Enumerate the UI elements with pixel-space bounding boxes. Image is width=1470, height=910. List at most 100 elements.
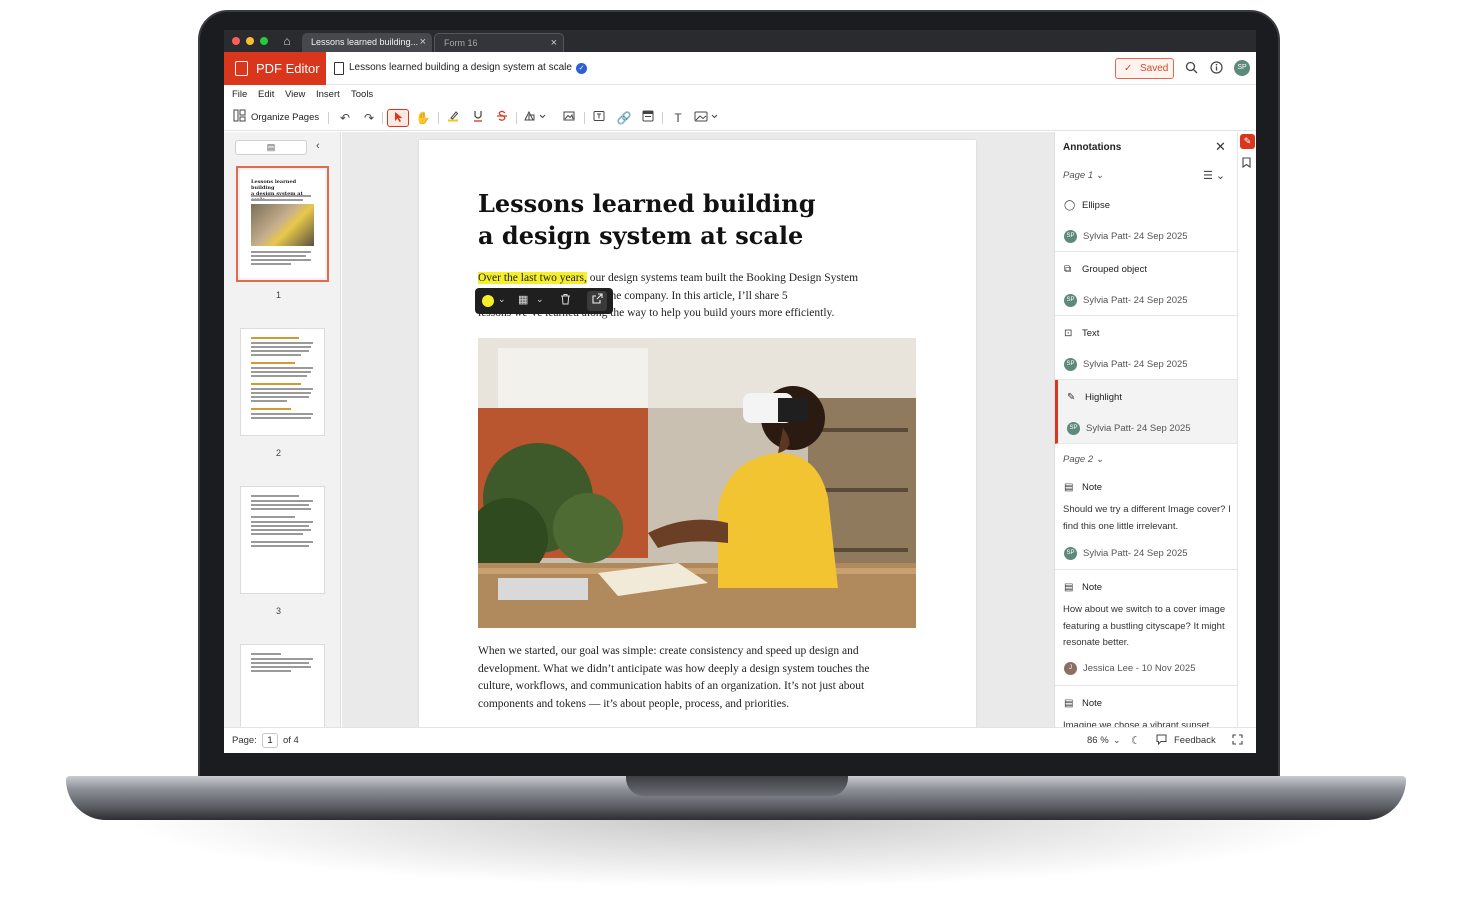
thumbnail-text-line	[251, 495, 299, 497]
annotation-meta: Sylvia Patt- 24 Sep 2025	[1083, 359, 1188, 370]
close-tab-icon[interactable]: ×	[551, 34, 557, 53]
open-external-icon[interactable]	[587, 291, 607, 311]
browser-titlebar: ⌂ Lessons learned building... × Form 16 …	[224, 30, 1256, 52]
underline-icon[interactable]	[467, 109, 489, 127]
text-box-icon[interactable]	[588, 109, 610, 127]
fullscreen-icon[interactable]	[1232, 734, 1243, 748]
document-title[interactable]: Lessons learned building a design system…	[349, 62, 572, 73]
page-group-toggle[interactable]: Page 1 ⌄	[1063, 170, 1104, 181]
annotation-item-selected[interactable]: ✎ Highlight SP Sylvia Patt- 24 Sep 2025	[1055, 380, 1237, 444]
note-icon[interactable]	[637, 109, 659, 127]
annotations-header: Annotations	[1063, 142, 1122, 153]
annotation-context-toolbar: ⌄ ▦ ⌄	[475, 288, 613, 314]
text-icon[interactable]: T	[667, 109, 689, 127]
note-icon: ▤	[1064, 698, 1074, 709]
brand-logo[interactable]: PDF Editor	[224, 52, 326, 85]
feedback-icon[interactable]	[1156, 734, 1167, 748]
annotation-item[interactable]: ⧉ Grouped object SP Sylvia Patt- 24 Sep …	[1055, 252, 1237, 316]
menu-edit[interactable]: Edit	[258, 89, 274, 100]
menu-tools[interactable]: Tools	[351, 89, 373, 100]
thumbnail-text-line	[251, 533, 303, 535]
highlight-color-swatch[interactable]	[482, 295, 494, 307]
hand-icon[interactable]: ✋	[412, 109, 434, 127]
thumbnail-text-line	[251, 392, 311, 394]
bookmark-icon[interactable]	[1242, 157, 1251, 171]
undo-icon[interactable]: ↶	[334, 109, 356, 127]
page-thumbnail-3[interactable]	[240, 486, 325, 594]
ellipse-icon: ◯	[1064, 200, 1076, 211]
link-icon[interactable]: 🔗	[613, 109, 635, 127]
chevron-down-icon[interactable]: ⌄	[536, 294, 544, 305]
tab-label: Lessons learned building...	[311, 37, 419, 47]
annotation-item[interactable]: ⊡ Text SP Sylvia Patt- 24 Sep 2025	[1055, 316, 1237, 380]
home-icon[interactable]: ⌂	[280, 34, 294, 48]
thumbnail-title-line: a design system at scale	[251, 191, 303, 203]
feedback-button[interactable]: Feedback	[1174, 735, 1216, 746]
zoom-level[interactable]: 86 %	[1087, 735, 1109, 746]
chevron-down-icon[interactable]: ⌄	[1113, 735, 1121, 746]
close-window-button[interactable]	[232, 37, 240, 45]
thumbnail-text-line	[251, 199, 303, 201]
saved-button[interactable]: ✓ Saved	[1115, 58, 1174, 79]
organize-pages-button[interactable]: Organize Pages	[251, 112, 319, 123]
body-line: development. What we didn’t anticipate w…	[478, 662, 870, 675]
annotation-type: Note	[1082, 698, 1103, 709]
annotation-item[interactable]: ▤ Note How about we switch to a cover im…	[1055, 570, 1237, 686]
redo-icon[interactable]: ↷	[358, 109, 380, 127]
select-cursor-icon[interactable]	[387, 109, 409, 127]
annotation-item[interactable]: ▤ Note Imagine we chose a vibrant sunset	[1055, 686, 1237, 727]
annotation-item[interactable]: ◯ Ellipse SP Sylvia Patt- 24 Sep 2025	[1055, 188, 1237, 252]
page-thumbnail-4[interactable]	[240, 644, 325, 734]
close-icon[interactable]: ✕	[1215, 139, 1226, 155]
page-number-input[interactable]: 1	[262, 733, 278, 748]
maximize-window-button[interactable]	[260, 37, 268, 45]
filter-icon[interactable]: ☰ ⌄	[1203, 169, 1225, 182]
strikethrough-icon[interactable]	[491, 109, 513, 127]
thumbnail-view-button[interactable]: ▤	[235, 140, 307, 155]
annotate-edit-icon[interactable]: ✎	[1240, 134, 1255, 149]
annotation-type: Ellipse	[1082, 200, 1110, 211]
image-annotation-icon[interactable]	[558, 109, 580, 127]
thumbnail-text-line	[251, 342, 313, 344]
annotation-comment: Should we try a different Image cover? I…	[1063, 504, 1231, 532]
shapes-icon[interactable]	[520, 109, 550, 127]
document-page: Lessons learned building a design system…	[419, 140, 976, 740]
search-icon[interactable]	[1184, 61, 1199, 76]
page-thumbnail-2[interactable]	[240, 328, 325, 436]
laptop-shadow	[120, 818, 1350, 888]
thumbnail-text-line	[251, 516, 295, 518]
close-tab-icon[interactable]: ×	[420, 33, 426, 52]
browser-tab[interactable]: Form 16 ×	[434, 33, 564, 52]
page-thumbnail-1[interactable]: Lessons learned building a design system…	[236, 166, 329, 282]
page-group-toggle[interactable]: Page 2 ⌄	[1063, 454, 1104, 465]
annotation-item[interactable]: ▤ Note Should we try a different Image c…	[1055, 472, 1237, 570]
thumbnail-text-line	[251, 413, 313, 415]
highlighter-icon[interactable]	[442, 109, 464, 127]
trash-icon[interactable]	[560, 293, 571, 308]
thumbnail-text-line	[251, 371, 311, 373]
thumbnail-text-line	[251, 255, 306, 257]
user-avatar[interactable]: SP	[1234, 60, 1250, 76]
annotation-meta: Sylvia Patt- 24 Sep 2025	[1083, 548, 1188, 559]
menu-view[interactable]: View	[285, 89, 305, 100]
menu-insert[interactable]: Insert	[316, 89, 340, 100]
info-icon[interactable]	[1209, 61, 1224, 76]
chevron-down-icon[interactable]: ⌄	[498, 294, 506, 305]
image-icon[interactable]	[692, 109, 722, 127]
layout-icon[interactable]	[228, 109, 250, 127]
menu-file[interactable]: File	[232, 89, 247, 100]
minimize-window-button[interactable]	[246, 37, 254, 45]
avatar: SP	[1064, 358, 1077, 371]
chevron-down-icon: ⌄	[1095, 170, 1104, 181]
collapse-panel-icon[interactable]: ‹	[316, 140, 320, 152]
status-bar: Page: 1 of 4 86 % ⌄ ☾ Feedback	[224, 727, 1256, 753]
cover-image[interactable]	[478, 338, 916, 628]
highlighted-text[interactable]: Over the last two years,	[478, 272, 587, 284]
right-rail: ✎	[1237, 132, 1256, 727]
thumbnails-panel: ▤ ‹ Lessons learned building a design sy…	[224, 132, 341, 734]
thumbnail-page-number: 2	[276, 448, 282, 458]
browser-tab-active[interactable]: Lessons learned building... ×	[302, 33, 432, 52]
opacity-icon[interactable]: ▦	[518, 293, 528, 306]
moon-icon[interactable]: ☾	[1131, 734, 1141, 747]
note-icon: ▤	[1064, 482, 1074, 493]
